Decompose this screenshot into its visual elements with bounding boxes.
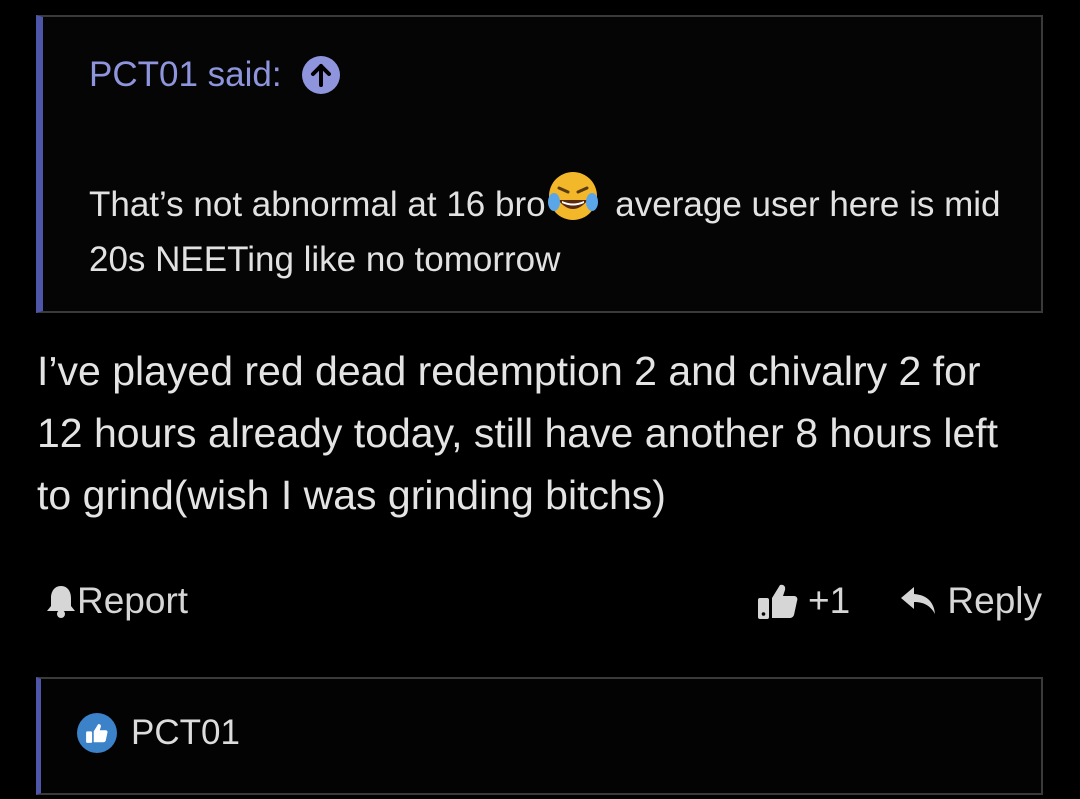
- reply-button[interactable]: Reply: [899, 577, 1042, 625]
- thumbs-up-badge-icon: [77, 713, 117, 753]
- reply-icon: [901, 587, 936, 614]
- quote-text-part1: That’s not abnormal at 16 bro: [89, 185, 546, 224]
- bell-icon: [47, 586, 75, 618]
- likers-bar[interactable]: PCT01: [36, 677, 1043, 795]
- like-count: +1: [808, 580, 851, 621]
- report-label: Report: [77, 580, 189, 621]
- joy-emoji-icon: [547, 172, 598, 220]
- thumbs-up-icon: [758, 584, 798, 619]
- arrow-up-icon[interactable]: [301, 56, 340, 94]
- quote-header[interactable]: PCT01 said:: [89, 55, 340, 95]
- likers-content: PCT01: [77, 713, 240, 753]
- quote-block: PCT01 said: That’s not abnormal at 16 br…: [36, 15, 1043, 313]
- post-actions: Report +1 Reply: [45, 577, 1042, 625]
- likers-names[interactable]: PCT01: [131, 713, 240, 753]
- reply-label: Reply: [947, 580, 1042, 621]
- quote-text: That’s not abnormal at 16 bro average us…: [89, 172, 1019, 287]
- report-button[interactable]: Report: [45, 577, 188, 625]
- post-body: I’ve played red dead redemption 2 and ch…: [37, 348, 999, 518]
- like-button[interactable]: +1: [756, 577, 850, 625]
- quote-author[interactable]: PCT01 said:: [89, 55, 282, 95]
